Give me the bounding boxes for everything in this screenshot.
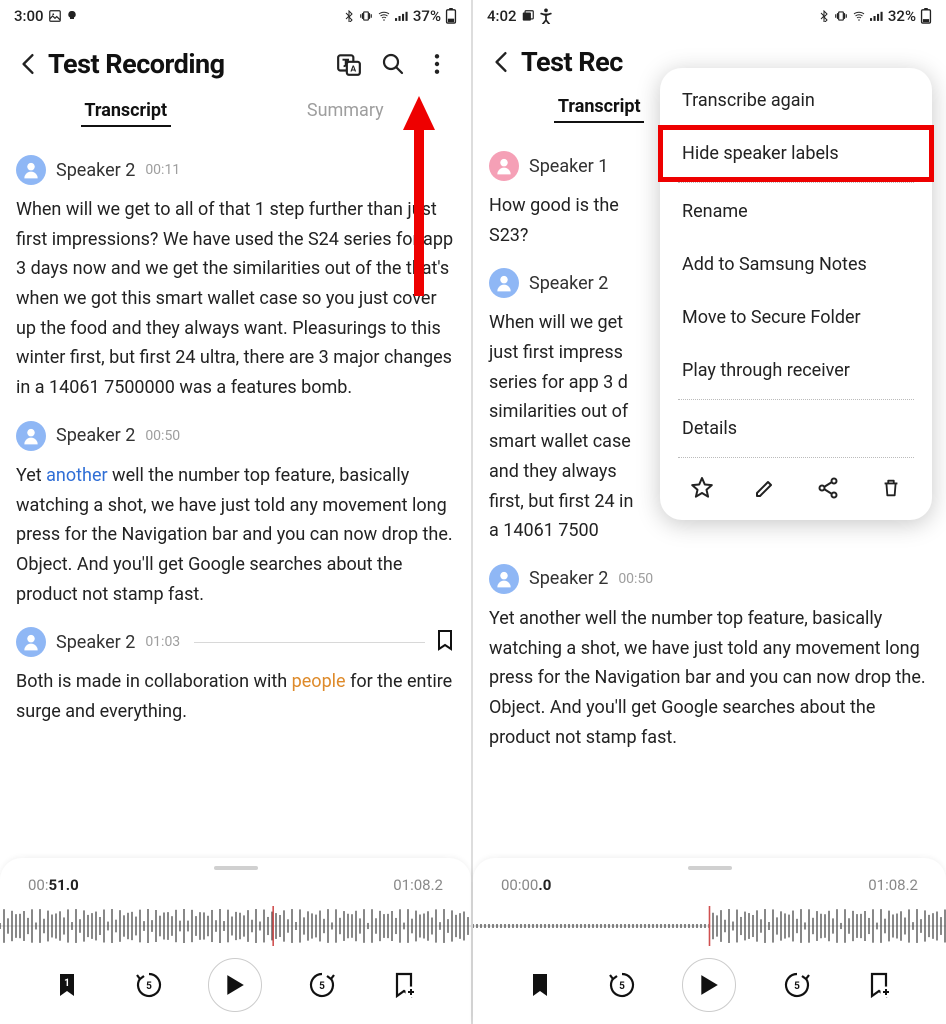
menu-item[interactable]: Transcribe again	[660, 74, 932, 127]
segment-text: When will we get to all of that 1 step f…	[16, 195, 455, 403]
speaker-name: Speaker 2	[529, 273, 608, 294]
speaker-name: Speaker 2	[56, 425, 135, 446]
wifi-icon	[377, 10, 391, 22]
tab-summary[interactable]: Summary	[236, 90, 456, 133]
menu-item[interactable]: Add to Samsung Notes	[660, 238, 932, 291]
header: Test Recording A	[0, 32, 471, 90]
status-battery-pct: 37%	[413, 7, 441, 25]
share-icon[interactable]	[814, 474, 842, 502]
more-button[interactable]	[419, 46, 455, 82]
rewind-5-button[interactable]: 5	[600, 963, 644, 1007]
speaker-name: Speaker 2	[56, 632, 135, 653]
speaker-avatar	[489, 564, 519, 594]
star-icon[interactable]	[688, 474, 716, 502]
segment-text: Yet another well the number top feature,…	[489, 604, 930, 752]
transcript-segment: Speaker 2 01:03 Both is made in collaborat…	[16, 627, 455, 726]
gallery-icon	[48, 9, 62, 23]
svg-text:1: 1	[64, 978, 70, 989]
speaker-name: Speaker 2	[56, 160, 135, 181]
back-button[interactable]	[16, 52, 40, 76]
svg-text:5: 5	[146, 981, 152, 992]
status-time: 3:00	[14, 7, 44, 25]
translate-button[interactable]: A	[331, 46, 367, 82]
delete-icon[interactable]	[877, 474, 905, 502]
player: 00:51.0 01:08.2 1 5 5	[0, 858, 471, 1024]
signal-icon	[395, 10, 409, 22]
vibrate-icon	[359, 9, 373, 23]
svg-text:5: 5	[794, 981, 800, 992]
segment-text: Both is made in collaboration with peopl…	[16, 667, 455, 726]
transcript-segment: Speaker 2 00:11 When will we get to all of…	[16, 155, 455, 403]
vibrate-icon	[834, 9, 848, 23]
status-time: 4:02	[487, 7, 517, 25]
menu-item[interactable]: Move to Secure Folder	[660, 291, 932, 344]
current-time: 00:51.0	[28, 876, 79, 894]
add-bookmark-button[interactable]	[857, 963, 901, 1007]
menu-item[interactable]: Details	[660, 402, 932, 455]
duration: 01:08.2	[868, 876, 918, 894]
segment-text: Yet another well the number top feature,…	[16, 461, 455, 609]
wifi-icon	[852, 10, 866, 22]
segment-timestamp: 00:11	[145, 162, 180, 178]
bookmark-list-button[interactable]: 1	[45, 963, 89, 1007]
segment-text: When will we get just first impress seri…	[489, 308, 639, 546]
segment-timestamp: 00:50	[145, 428, 180, 444]
status-bar: 4:02 32%	[473, 0, 946, 32]
transcript-segment: Speaker 2 00:50 Yet another well the numbe…	[489, 564, 930, 752]
play-button[interactable]	[208, 958, 262, 1012]
speaker-name: Speaker 2	[529, 568, 608, 589]
segment-timestamp: 01:03	[145, 634, 180, 650]
waveform[interactable]	[473, 902, 946, 950]
waveform[interactable]	[0, 902, 471, 950]
speaker-name: Speaker 1	[529, 156, 608, 177]
duration: 01:08.2	[393, 876, 443, 894]
svg-text:A: A	[350, 65, 356, 75]
segment-text: How good is the S23?	[489, 191, 639, 250]
battery-icon	[920, 8, 932, 24]
menu-item[interactable]: Play through receiver	[660, 344, 932, 397]
menu-item[interactable]: Hide speaker labels	[660, 127, 932, 180]
speaker-avatar	[489, 151, 519, 181]
tabs: Transcript Summary	[0, 90, 471, 133]
current-time: 00:00.0	[501, 876, 551, 894]
page-title: Test Recording	[48, 48, 323, 80]
grabber[interactable]	[214, 866, 258, 870]
speaker-avatar	[489, 268, 519, 298]
svg-text:5: 5	[619, 981, 625, 992]
speaker-avatar	[16, 627, 46, 657]
back-button[interactable]	[489, 50, 513, 74]
status-battery-pct: 32%	[888, 7, 916, 25]
forward-5-button[interactable]: 5	[300, 963, 344, 1007]
grabber[interactable]	[688, 866, 732, 870]
menu-item[interactable]: Rename	[660, 185, 932, 238]
bookmark-list-button[interactable]	[518, 963, 562, 1007]
tab-transcript[interactable]: Transcript	[16, 90, 236, 133]
cards-icon	[521, 9, 535, 23]
transcript-segment: Speaker 2 00:50 Yet another well the numbe…	[16, 421, 455, 609]
speaker-avatar	[16, 155, 46, 185]
battery-icon	[445, 8, 457, 24]
play-button[interactable]	[682, 958, 736, 1012]
bluetooth-icon	[818, 10, 830, 22]
segment-timestamp: 00:50	[618, 571, 653, 587]
rewind-5-button[interactable]: 5	[127, 963, 171, 1007]
bulb-icon	[66, 9, 78, 23]
right-screenshot: 4:02 32% Test Rec Transcript Speaker 1Ho…	[473, 0, 946, 1024]
status-bar: 3:00 37%	[0, 0, 471, 32]
overflow-menu: Transcribe againHide speaker labelsRenam…	[660, 68, 932, 520]
bluetooth-icon	[343, 10, 355, 22]
edit-icon[interactable]	[751, 474, 779, 502]
bookmark-icon[interactable]	[435, 629, 455, 655]
accessibility-icon	[539, 8, 553, 24]
forward-5-button[interactable]: 5	[775, 963, 819, 1007]
add-bookmark-button[interactable]	[382, 963, 426, 1007]
search-button[interactable]	[375, 46, 411, 82]
player: 00:00.0 01:08.2 5 5	[473, 858, 946, 1024]
signal-icon	[870, 10, 884, 22]
left-screenshot: 3:00 37% Test Recording A Transcript	[0, 0, 473, 1024]
svg-text:5: 5	[319, 981, 325, 992]
speaker-avatar	[16, 421, 46, 451]
